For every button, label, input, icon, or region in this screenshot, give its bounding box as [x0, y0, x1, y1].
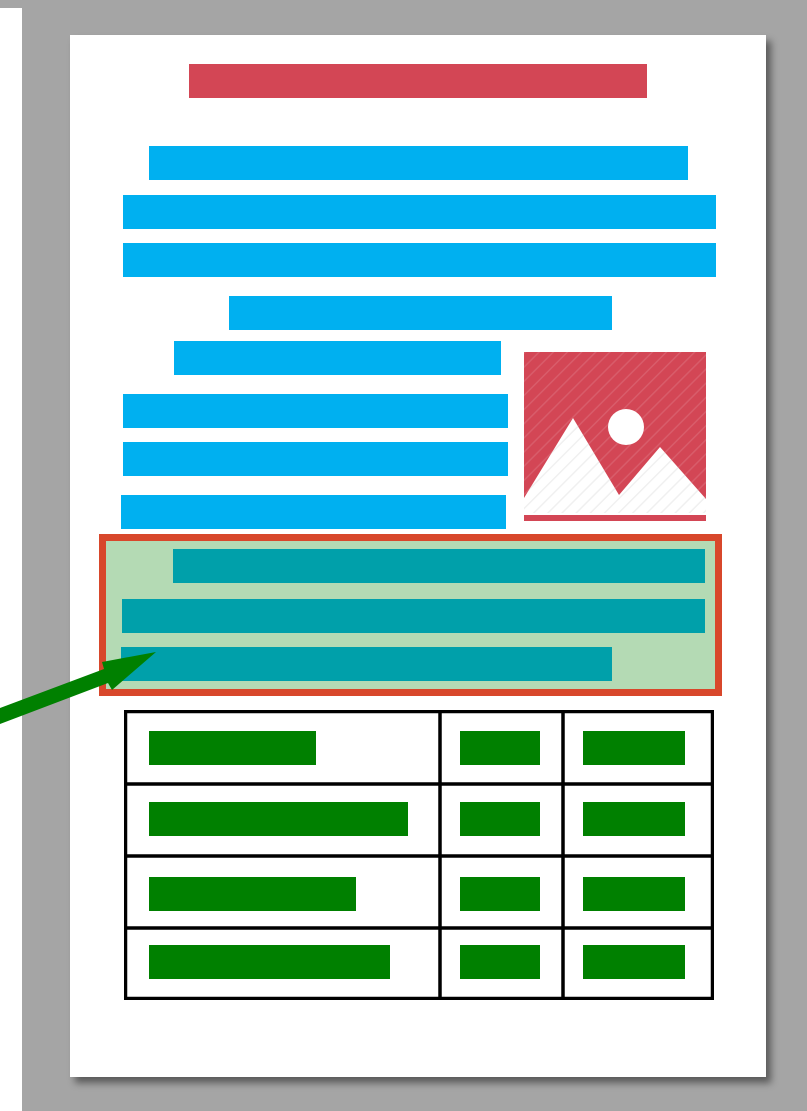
text-line [123, 243, 716, 277]
text-line [174, 341, 501, 375]
table-cell [583, 945, 685, 979]
text-line [149, 146, 688, 180]
table-cell [583, 877, 685, 911]
text-line [123, 442, 508, 476]
highlighted-text-line [121, 647, 612, 681]
highlighted-text-line [122, 599, 705, 633]
table-cell [460, 945, 540, 979]
table-cell [460, 877, 540, 911]
image-baseline [524, 515, 706, 521]
table-cell [149, 731, 316, 765]
data-table [124, 710, 714, 1000]
table-cell [583, 731, 685, 765]
table-cell [460, 802, 540, 836]
sun-shape [608, 409, 644, 445]
image-icon [524, 352, 706, 521]
table-cell [149, 802, 408, 836]
table-cell [149, 945, 390, 979]
table-cell [149, 877, 356, 911]
text-line [121, 495, 506, 529]
text-line [123, 195, 716, 229]
text-line [229, 296, 612, 330]
title-placeholder [189, 64, 647, 98]
highlighted-text-line [173, 549, 705, 583]
table-cell [583, 802, 685, 836]
table-cell [460, 731, 540, 765]
left-panel-edge [0, 8, 22, 1111]
text-line [123, 394, 508, 428]
